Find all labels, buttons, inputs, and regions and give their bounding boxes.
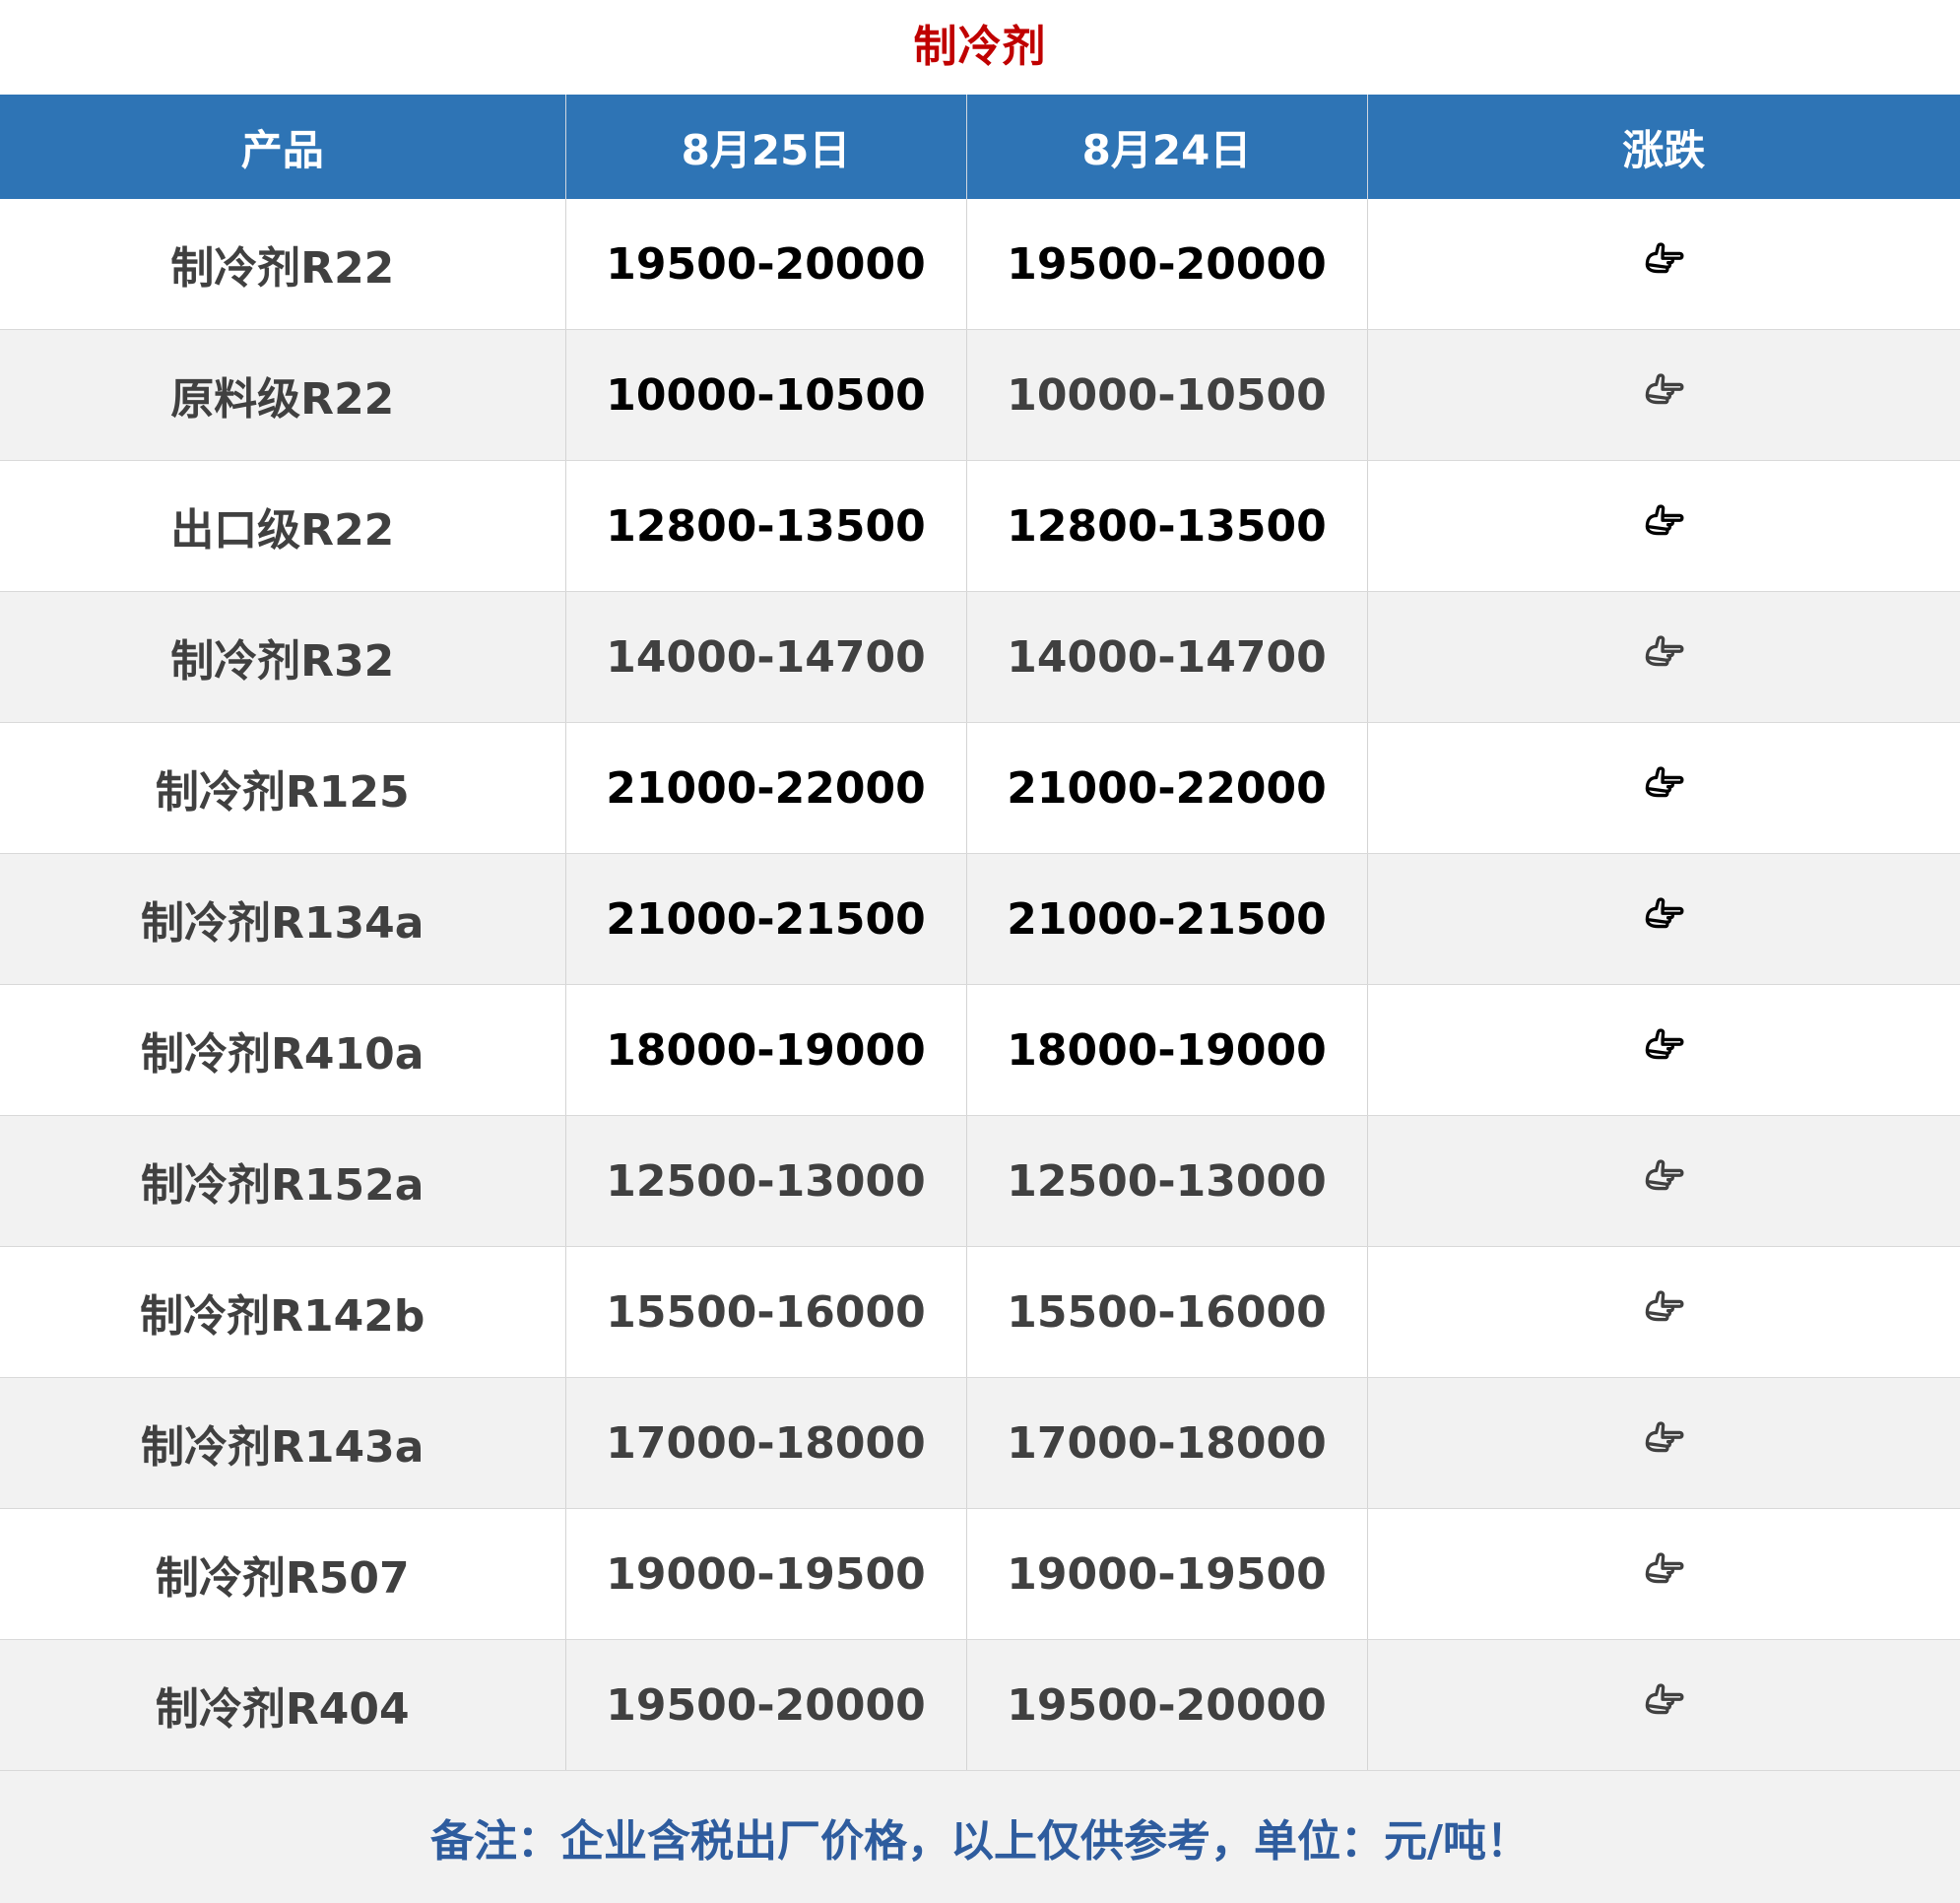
price-aug25-cell: 15500-16000 [564, 1246, 966, 1378]
price-aug25-cell: 21000-22000 [564, 722, 966, 854]
table-row: 出口级R22 12800-13500 12800-13500 [0, 460, 1960, 592]
header-aug24: 8月24日 [965, 95, 1367, 199]
pointing-hand-right-icon [1640, 759, 1687, 818]
change-cell [1366, 199, 1960, 330]
table-row: 制冷剂R32 14000-14700 14000-14700 [0, 591, 1960, 723]
price-aug25-cell: 17000-18000 [564, 1377, 966, 1509]
price-table-page: 制冷剂 产品 8月25日 8月24日 涨跌 制冷剂R22 19500-20000 1… [0, 0, 1960, 1903]
table-row: 制冷剂R507 19000-19500 19000-19500 [0, 1508, 1960, 1640]
table-row: 制冷剂R152a 12500-13000 12500-13000 [0, 1115, 1960, 1247]
table-body: 制冷剂R22 19500-20000 19500-20000 原料级R22 10000-… [0, 199, 1960, 1771]
price-aug25-cell: 19500-20000 [564, 199, 966, 330]
change-cell [1366, 591, 1960, 723]
price-aug25-cell: 19500-20000 [564, 1639, 966, 1771]
pointing-hand-right-icon [1640, 1676, 1687, 1735]
price-aug24-cell: 17000-18000 [965, 1377, 1367, 1509]
change-cell [1366, 1115, 1960, 1247]
change-cell [1366, 722, 1960, 854]
table-header: 产品 8月25日 8月24日 涨跌 [0, 95, 1960, 199]
pointing-hand-right-icon [1640, 235, 1687, 294]
price-aug25-cell: 12500-13000 [564, 1115, 966, 1247]
header-product: 产品 [0, 95, 565, 199]
table-row: 制冷剂R125 21000-22000 21000-22000 [0, 722, 1960, 854]
header-aug25: 8月25日 [564, 95, 966, 199]
pointing-hand-right-icon [1640, 366, 1687, 425]
product-cell: 制冷剂R410a [0, 984, 565, 1116]
table-row: 制冷剂R404 19500-20000 19500-20000 [0, 1639, 1960, 1771]
price-aug24-cell: 12500-13000 [965, 1115, 1367, 1247]
product-cell: 制冷剂R507 [0, 1508, 565, 1640]
product-cell: 制冷剂R143a [0, 1377, 565, 1509]
table-row: 制冷剂R134a 21000-21500 21000-21500 [0, 853, 1960, 985]
product-cell: 制冷剂R22 [0, 199, 565, 330]
pointing-hand-right-icon [1640, 628, 1687, 687]
change-cell [1366, 984, 1960, 1116]
change-cell [1366, 1508, 1960, 1640]
price-aug24-cell: 18000-19000 [965, 984, 1367, 1116]
pointing-hand-right-icon [1640, 1283, 1687, 1342]
price-aug24-cell: 14000-14700 [965, 591, 1367, 723]
price-aug24-cell: 21000-22000 [965, 722, 1367, 854]
price-aug25-cell: 14000-14700 [564, 591, 966, 723]
price-aug24-cell: 12800-13500 [965, 460, 1367, 592]
header-change: 涨跌 [1366, 95, 1960, 199]
pointing-hand-right-icon [1640, 1414, 1687, 1473]
price-aug24-cell: 10000-10500 [965, 329, 1367, 461]
product-cell: 原料级R22 [0, 329, 565, 461]
price-aug24-cell: 19500-20000 [965, 1639, 1367, 1771]
change-cell [1366, 1377, 1960, 1509]
product-cell: 制冷剂R152a [0, 1115, 565, 1247]
table-row: 制冷剂R143a 17000-18000 17000-18000 [0, 1377, 1960, 1509]
price-aug25-cell: 21000-21500 [564, 853, 966, 985]
change-cell [1366, 1246, 1960, 1378]
change-cell [1366, 1639, 1960, 1771]
table-row: 制冷剂R142b 15500-16000 15500-16000 [0, 1246, 1960, 1378]
price-aug25-cell: 19000-19500 [564, 1508, 966, 1640]
price-aug25-cell: 12800-13500 [564, 460, 966, 592]
table-row: 制冷剂R410a 18000-19000 18000-19000 [0, 984, 1960, 1116]
change-cell [1366, 853, 1960, 985]
footer-note: 备注：企业含税出厂价格，以上仅供参考，单位：元/吨！ [0, 1770, 1960, 1903]
price-aug24-cell: 15500-16000 [965, 1246, 1367, 1378]
change-cell [1366, 460, 1960, 592]
price-aug24-cell: 21000-21500 [965, 853, 1367, 985]
pointing-hand-right-icon [1640, 1021, 1687, 1080]
product-cell: 制冷剂R142b [0, 1246, 565, 1378]
price-aug25-cell: 10000-10500 [564, 329, 966, 461]
product-cell: 制冷剂R32 [0, 591, 565, 723]
table-row: 制冷剂R22 19500-20000 19500-20000 [0, 199, 1960, 330]
price-aug24-cell: 19000-19500 [965, 1508, 1367, 1640]
product-cell: 制冷剂R125 [0, 722, 565, 854]
product-cell: 出口级R22 [0, 460, 565, 592]
change-cell [1366, 329, 1960, 461]
price-aug25-cell: 18000-19000 [564, 984, 966, 1116]
pointing-hand-right-icon [1640, 890, 1687, 949]
product-cell: 制冷剂R134a [0, 853, 565, 985]
price-table: 产品 8月25日 8月24日 涨跌 制冷剂R22 19500-20000 19500… [0, 95, 1960, 1903]
table-row: 原料级R22 10000-10500 10000-10500 [0, 329, 1960, 461]
pointing-hand-right-icon [1640, 1545, 1687, 1604]
pointing-hand-right-icon [1640, 1152, 1687, 1211]
price-aug24-cell: 19500-20000 [965, 199, 1367, 330]
page-title: 制冷剂 [913, 22, 1047, 72]
pointing-hand-right-icon [1640, 497, 1687, 556]
product-cell: 制冷剂R404 [0, 1639, 565, 1771]
